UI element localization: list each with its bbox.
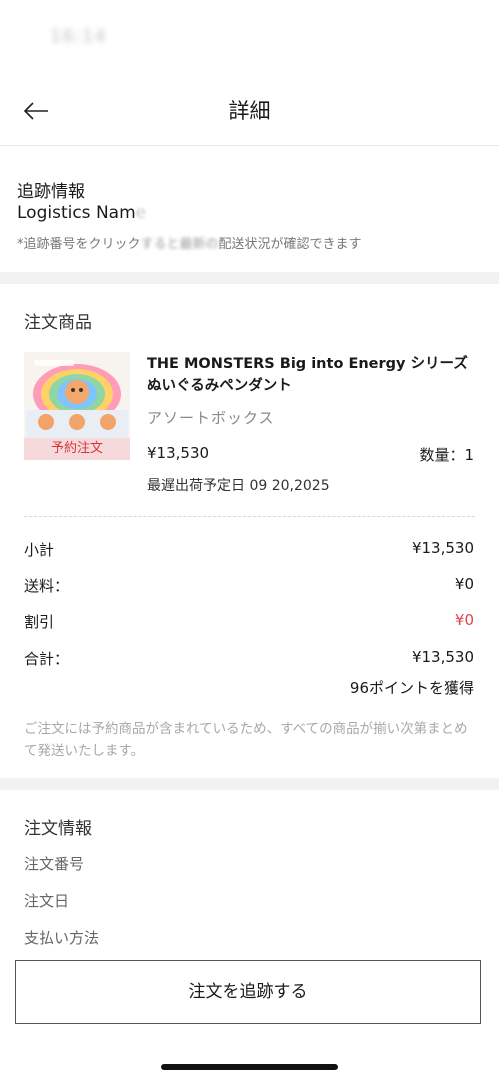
page-title: 詳細 [228, 99, 271, 123]
tracking-note-rest: 配送状況が確認できます [218, 237, 362, 252]
subtotal-value: ¥13,530 [411, 539, 474, 557]
section-divider [0, 778, 499, 790]
product-ship-date: 最遅出荷予定日 09 20,2025 [147, 478, 330, 494]
header: 詳細 [0, 75, 499, 146]
logistics-name[interactable]: Logistics Name [17, 203, 146, 223]
order-detail-page: 16:14 詳細 追跡情報 Logistics Name *追跡番号をクリックす… [0, 0, 499, 1080]
product-price: ¥13,530 [147, 444, 210, 462]
status-bar: 16:14 [0, 0, 499, 75]
discount-label: 割引 [24, 613, 55, 631]
product-quantity: 数量：1 [419, 446, 474, 464]
order-info-section: 注文情報 注文番号 注文日 支払い方法 [0, 790, 499, 970]
track-order-button[interactable]: 注文を追跡する [15, 960, 481, 1024]
logistics-name-text: Logistics Nam [17, 203, 136, 223]
product-name[interactable]: THE MONSTERS Big into Energy シリーズ ぬいぐるみペ… [147, 353, 477, 397]
tracking-note-text: *追跡番号をクリック [17, 237, 141, 252]
tracking-note: *追跡番号をクリックすると最新の配送状況が確認できます [17, 233, 362, 252]
home-indicator [161, 1064, 338, 1070]
points-earned: 96ポイントを獲得 [349, 679, 474, 697]
tracking-note-faded: すると最新の [140, 237, 219, 252]
tracking-section[interactable]: 追跡情報 Logistics Name *追跡番号をクリックすると最新の配送状況… [0, 146, 499, 272]
shipping-label: 送料： [24, 577, 70, 595]
shipping-value: ¥0 [454, 575, 474, 593]
section-divider [0, 272, 499, 284]
logistics-name-faded: e [135, 203, 147, 223]
tracking-title: 追跡情報 [17, 182, 85, 202]
total-value: ¥13,530 [411, 648, 474, 666]
payment-method-label: 支払い方法 [24, 929, 100, 947]
order-number-label: 注文番号 [24, 855, 85, 873]
order-info-title: 注文情報 [24, 819, 92, 839]
total-label: 合計： [24, 650, 70, 668]
preorder-notice: ご注文には予約商品が含まれているため、すべての商品が揃い次第まとめて発送いたしま… [24, 721, 468, 759]
products-title: 注文商品 [24, 313, 92, 333]
preorder-badge: 予約注文 [24, 438, 130, 460]
order-products-section: 注文商品 予約注文 THE MONSTERS Big into Energy シ… [0, 284, 499, 778]
order-date-label: 注文日 [24, 892, 70, 910]
product-variant: アソートボックス [147, 409, 275, 427]
dashed-divider [24, 516, 475, 517]
subtotal-label: 小計 [24, 541, 55, 559]
product-image[interactable]: 予約注文 [24, 352, 130, 460]
discount-value: ¥0 [454, 611, 474, 629]
status-time: 16:14 [50, 26, 107, 47]
